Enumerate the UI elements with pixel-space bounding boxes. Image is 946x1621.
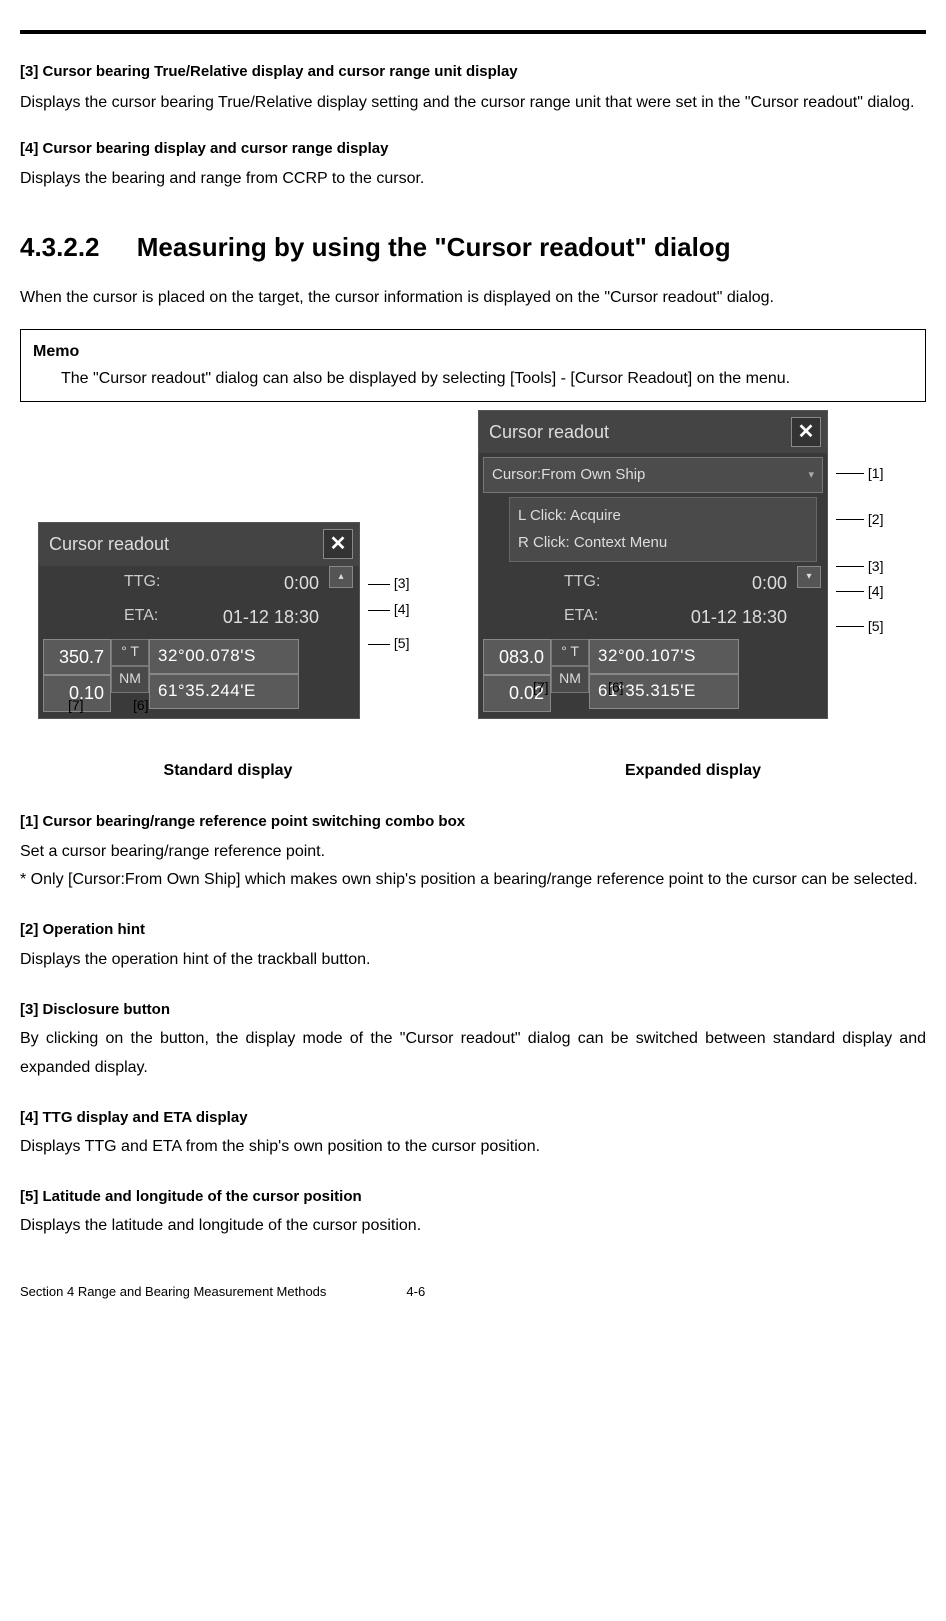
item-5-title: [5] Latitude and longitude of the cursor… [20,1184,926,1210]
item-4-block: [4] TTG display and ETA display Displays… [20,1105,926,1162]
ttg-label: TTG: [564,568,619,599]
footer-section: Section 4 Range and Bearing Measurement … [20,1281,326,1303]
combo-value: Cursor:From Own Ship [492,462,645,488]
disclosure-button[interactable]: ▴ [329,566,353,588]
ttg-value: 0:00 [189,568,319,599]
item-2-body: Displays the operation hint of the track… [20,946,926,975]
item-1-title: [1] Cursor bearing/range reference point… [20,809,926,835]
annotation-7: [7] [68,694,84,718]
annotation-6: [6] [133,694,149,718]
dialog-title: Cursor readout [49,529,169,560]
latitude-value: 32°00.107'S [589,639,739,674]
page-footer: Section 4 Range and Bearing Measurement … [20,1281,926,1303]
range-unit[interactable]: NM [551,666,589,693]
dialog-title: Cursor readout [489,417,609,448]
hint-left-click: L Click: Acquire [518,502,808,530]
annotation-4: [4] [368,598,409,622]
item-2-title: [2] Operation hint [20,917,926,943]
annotation-1: [1] [836,462,883,486]
bearing-range-row: 083.0 0.02 ° T NM 32°00.107'S 61°35.315'… [479,635,827,718]
item-1-note: * Only [Cursor:From Own Ship] which make… [20,866,926,895]
item4-cursor-bearing-range-heading: [4] Cursor bearing display and cursor ra… [20,136,926,162]
close-icon: ✕ [330,527,347,561]
longitude-value: 61°35.244'E [149,674,299,709]
bearing-value: 350.7 [43,639,111,676]
ttg-label: TTG: [124,568,179,599]
annotation-4: [4] [836,580,883,604]
bearing-unit[interactable]: ° T [111,639,149,666]
dialog-titlebar: Cursor readout ✕ [39,523,359,566]
cursor-readout-dialog-standard: Cursor readout ✕ TTG: 0:00 ▴ ETA: 01-12 … [38,522,360,719]
section-title: Measuring by using the "Cursor readout" … [137,232,731,262]
item-5-block: [5] Latitude and longitude of the cursor… [20,1184,926,1241]
latlon-block: 32°00.078'S 61°35.244'E [149,639,299,712]
eta-row: ETA: 01-12 18:30 [39,600,359,635]
chevron-down-icon: ▾ [806,568,811,585]
annotation-5: [5] [368,632,409,656]
standard-display-caption: Standard display [38,757,418,784]
close-icon: ✕ [798,415,815,449]
ttg-row: TTG: 0:00 ▾ [479,566,827,601]
dialog-titlebar: Cursor readout ✕ [479,411,827,454]
item3-cursor-bearing-display-body: Displays the cursor bearing True/Relativ… [20,88,926,118]
item-4-title: [4] TTG display and ETA display [20,1105,926,1131]
eta-row: ETA: 01-12 18:30 [479,600,827,635]
eta-value: 01-12 18:30 [629,602,787,633]
memo-box: Memo The "Cursor readout" dialog can als… [20,329,926,401]
item-3-body: By clicking on the button, the display m… [20,1025,926,1083]
unit-block: ° T NM [551,639,589,712]
memo-label: Memo [33,338,913,365]
cursor-readout-dialog-expanded: Cursor readout ✕ Cursor:From Own Ship ▾ … [478,410,828,719]
disclosure-button[interactable]: ▾ [797,566,821,588]
expanded-display-caption: Expanded display [478,757,908,784]
section-number: 4.3.2.2 [20,225,100,269]
operation-hint-box: L Click: Acquire R Click: Context Menu [509,497,817,562]
item-3-title: [3] Disclosure button [20,997,926,1023]
eta-label: ETA: [564,602,619,633]
item3-cursor-bearing-display-heading: [3] Cursor bearing True/Relative display… [20,59,926,85]
eta-value: 01-12 18:30 [189,602,319,633]
top-section: [3] Cursor bearing True/Relative display… [20,59,926,195]
annotation-7: [7] [533,676,549,700]
section-heading: 4.3.2.2 Measuring by using the "Cursor r… [20,225,926,269]
close-button[interactable]: ✕ [791,417,821,447]
chevron-up-icon: ▴ [338,568,343,585]
standard-display-figure: Cursor readout ✕ TTG: 0:00 ▴ ETA: 01-12 … [38,522,418,784]
latitude-value: 32°00.078'S [149,639,299,674]
item-1-body: Set a cursor bearing/range reference poi… [20,838,926,867]
annotation-3: [3] [836,555,883,579]
close-button[interactable]: ✕ [323,529,353,559]
intro-paragraph: When the cursor is placed on the target,… [20,284,926,311]
figures-row: Cursor readout ✕ TTG: 0:00 ▴ ETA: 01-12 … [20,410,926,785]
annotation-2: [2] [836,508,883,532]
bearing-unit[interactable]: ° T [551,639,589,666]
chevron-down-icon: ▾ [808,466,814,485]
ttg-row: TTG: 0:00 ▴ [39,566,359,601]
hint-right-click: R Click: Context Menu [518,529,808,557]
memo-text: The "Cursor readout" dialog can also be … [33,365,913,392]
cursor-reference-combo[interactable]: Cursor:From Own Ship ▾ [483,457,823,493]
item-5-body: Displays the latitude and longitude of t… [20,1212,926,1241]
annotation-6: [6] [608,676,624,700]
annotation-3: [3] [368,572,409,596]
footer-page: 4-6 [406,1281,425,1303]
item-3-block: [3] Disclosure button By clicking on the… [20,997,926,1083]
item-2-block: [2] Operation hint Displays the operatio… [20,917,926,974]
annotation-5: [5] [836,615,883,639]
page-top-rule [20,30,926,34]
ttg-value: 0:00 [629,568,787,599]
item4-cursor-bearing-range-body: Displays the bearing and range from CCRP… [20,164,926,194]
item-4-body: Displays TTG and ETA from the ship's own… [20,1133,926,1162]
expanded-display-figure: Cursor readout ✕ Cursor:From Own Ship ▾ … [478,410,908,785]
eta-label: ETA: [124,602,179,633]
bearing-range-row: 350.7 0.10 ° T NM 32°00.078'S 61°35.244'… [39,635,359,718]
bearing-value: 083.0 [483,639,551,676]
range-unit[interactable]: NM [111,666,149,693]
item-1-block: [1] Cursor bearing/range reference point… [20,809,926,895]
